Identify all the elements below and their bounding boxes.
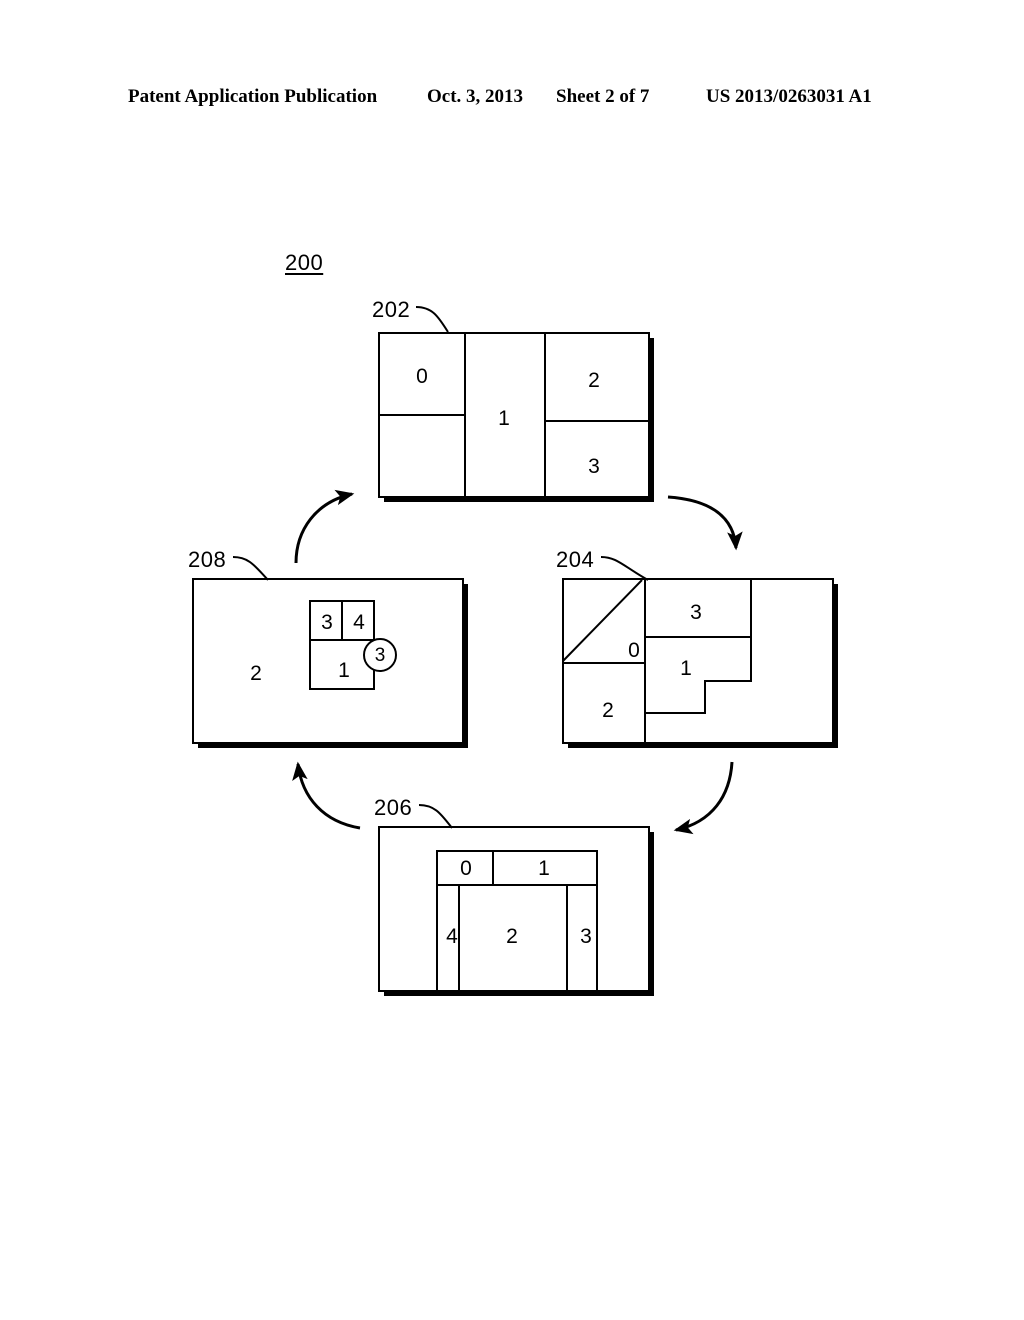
- arrow-202-to-204: [667, 495, 743, 551]
- divider-inner-left: [436, 850, 438, 996]
- divider-step-vertical: [704, 680, 706, 714]
- reference-label-204: 204: [556, 547, 595, 572]
- flow-arrows-overlay: [232, 306, 743, 835]
- reference-label-202: 202: [372, 297, 411, 322]
- cell-label-1: 1: [498, 407, 510, 430]
- header-sheet-number: Sheet 2 of 7: [556, 86, 650, 107]
- leader-line-206: [418, 804, 453, 829]
- cell-label-1: 1: [338, 659, 350, 682]
- cell-label-2: 2: [506, 925, 518, 948]
- cell-label-0: 0: [416, 365, 428, 388]
- badge-circle-3[interactable]: 3: [363, 638, 397, 672]
- header-patent-number: US 2013/0263031 A1: [706, 86, 872, 107]
- leader-line-202: [415, 306, 449, 333]
- cell-label-3: 3: [580, 925, 592, 948]
- cell-label-2: 2: [602, 699, 614, 722]
- divider-region-3-right: [750, 578, 752, 682]
- cell-label-1: 1: [680, 657, 692, 680]
- divider-vertical-left: [644, 578, 646, 744]
- divider-inner-col: [341, 600, 343, 639]
- divider-step-top: [704, 680, 752, 682]
- divider-horizontal-right: [544, 420, 654, 422]
- header-date: Oct. 3, 2013: [427, 86, 524, 107]
- leader-line-204: [600, 556, 649, 581]
- divider-horizontal-left: [378, 414, 466, 416]
- cell-label-3: 3: [588, 455, 600, 478]
- cell-label-3: 3: [321, 611, 333, 634]
- cell-label-4: 4: [446, 925, 458, 948]
- page-header: Patent Application Publication Oct. 3, 2…: [0, 86, 1024, 116]
- divider-col-2-3: [566, 884, 568, 996]
- cell-label-4: 4: [353, 611, 365, 634]
- divider-inner-row: [309, 639, 375, 641]
- reference-label-206: 206: [374, 795, 413, 820]
- cell-label-1: 1: [538, 857, 550, 880]
- divider-region-3-bottom: [644, 636, 752, 638]
- system-reference-200: 200: [285, 250, 324, 275]
- divider-step-bottom: [644, 712, 706, 714]
- cell-label-0: 0: [628, 639, 640, 662]
- diagram-202-layout[interactable]: 0 1 2 3: [378, 332, 654, 498]
- divider-horizontal-left: [562, 662, 646, 664]
- cell-label-0: 0: [460, 857, 472, 880]
- cell-label-outer-2: 2: [250, 662, 262, 685]
- divider-0-1: [492, 850, 494, 886]
- divider-inner-right: [596, 850, 598, 996]
- arrow-204-to-206: [673, 761, 734, 835]
- header-publication-title: Patent Application Publication: [128, 86, 378, 107]
- diagram-204-layout[interactable]: 0 1 2 3: [562, 578, 834, 744]
- arrow-208-to-202: [294, 489, 355, 564]
- cell-label-2: 2: [588, 369, 600, 392]
- cell-label-3: 3: [690, 601, 702, 624]
- arrow-206-to-208: [292, 761, 361, 830]
- diagram-208-layout[interactable]: 3 4 1 2 3: [192, 578, 464, 744]
- divider-inner-top: [436, 850, 598, 852]
- leader-line-208: [232, 556, 269, 581]
- divider-row-separator: [436, 884, 598, 886]
- divider-vertical-right: [544, 332, 546, 498]
- diagram-206-layout[interactable]: 0 1 2 3 4: [378, 826, 650, 996]
- reference-label-208: 208: [188, 547, 227, 572]
